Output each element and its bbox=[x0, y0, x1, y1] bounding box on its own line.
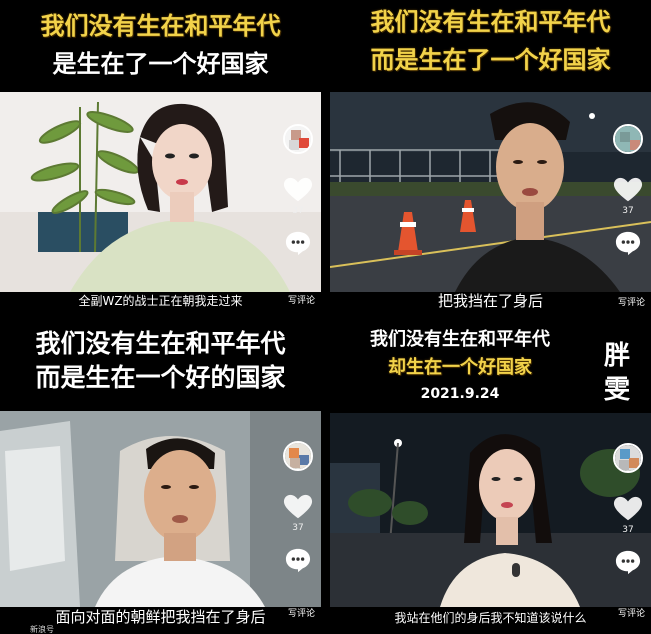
author-name-char-2: 雯 bbox=[603, 375, 630, 405]
caption-line-2: 却生在一个好国家 bbox=[388, 357, 532, 378]
caption-line-2: 而是生在了一个好国家 bbox=[370, 46, 611, 74]
source-tag: 新浪号 bbox=[30, 625, 54, 634]
avatar-icon[interactable] bbox=[283, 124, 313, 154]
like-count: 37 bbox=[292, 206, 304, 216]
heart-icon[interactable] bbox=[283, 493, 313, 521]
side-actions: 37 bbox=[611, 124, 645, 256]
caption-line-2: 是生在了一个好国家 bbox=[52, 50, 269, 78]
video-panel-1[interactable]: 我们没有生在和平年代 是生在了一个好国家 37 全副WZ的战士正在朝我走过来 写… bbox=[0, 0, 321, 313]
video-subtitle: 我站在他们的身后我不知道该说什么 bbox=[394, 611, 587, 625]
video-scene-man-in-car bbox=[0, 411, 321, 607]
avatar-icon[interactable] bbox=[613, 124, 643, 154]
video-frame bbox=[330, 413, 651, 607]
post-date: 2021.9.24 bbox=[420, 386, 500, 402]
video-scene-woman-indoor bbox=[0, 92, 321, 292]
caption-line-1: 我们没有生在和平年代 bbox=[370, 8, 611, 36]
video-panel-2[interactable]: 我们没有生在和平年代 而是生在了一个好国家 37 把我挡在了身后 写评论 bbox=[330, 0, 651, 313]
avatar-icon[interactable] bbox=[613, 443, 643, 473]
caption-line-2: 而是生在一个好的国家 bbox=[35, 363, 286, 392]
video-frame bbox=[330, 92, 651, 292]
video-subtitle: 全副WZ的战士正在朝我走过来 bbox=[78, 294, 243, 308]
video-scene-woman-street-night bbox=[330, 413, 651, 607]
avatar-icon[interactable] bbox=[283, 441, 313, 471]
video-scene-man-street-night bbox=[330, 92, 651, 292]
caption-line-1: 我们没有生在和平年代 bbox=[40, 12, 281, 40]
comment-bubble-icon[interactable] bbox=[284, 547, 312, 573]
side-actions: 37 bbox=[611, 443, 645, 575]
heart-icon[interactable] bbox=[613, 495, 643, 523]
video-panel-4[interactable]: 我们没有生在和平年代 却生在一个好国家 2021.9.24 胖 雯 37 我站在… bbox=[330, 321, 651, 634]
write-comment-button[interactable]: 写评论 bbox=[618, 295, 645, 308]
like-count: 37 bbox=[292, 523, 304, 533]
video-frame bbox=[0, 411, 321, 607]
video-subtitle: 把我挡在了身后 bbox=[437, 292, 543, 310]
comment-bubble-icon[interactable] bbox=[284, 230, 312, 256]
author-name-char-1: 胖 bbox=[603, 341, 630, 371]
caption-line-1: 我们没有生在和平年代 bbox=[370, 329, 550, 350]
side-actions: 37 bbox=[281, 124, 315, 256]
write-comment-button[interactable]: 写评论 bbox=[288, 293, 315, 306]
caption-line-1: 我们没有生在和平年代 bbox=[35, 329, 286, 358]
write-comment-button[interactable]: 写评论 bbox=[288, 606, 315, 619]
video-frame bbox=[0, 92, 321, 292]
like-count: 37 bbox=[622, 206, 634, 216]
comment-bubble-icon[interactable] bbox=[614, 230, 642, 256]
video-panel-3[interactable]: 我们没有生在和平年代 而是生在一个好的国家 37 面向对面的朝鲜把我挡在了身后 … bbox=[0, 321, 321, 634]
heart-icon[interactable] bbox=[283, 176, 313, 204]
comment-bubble-icon[interactable] bbox=[614, 549, 642, 575]
side-actions: 37 bbox=[281, 441, 315, 573]
like-count: 37 bbox=[622, 525, 634, 535]
write-comment-button[interactable]: 写评论 bbox=[618, 606, 645, 619]
heart-icon[interactable] bbox=[613, 176, 643, 204]
